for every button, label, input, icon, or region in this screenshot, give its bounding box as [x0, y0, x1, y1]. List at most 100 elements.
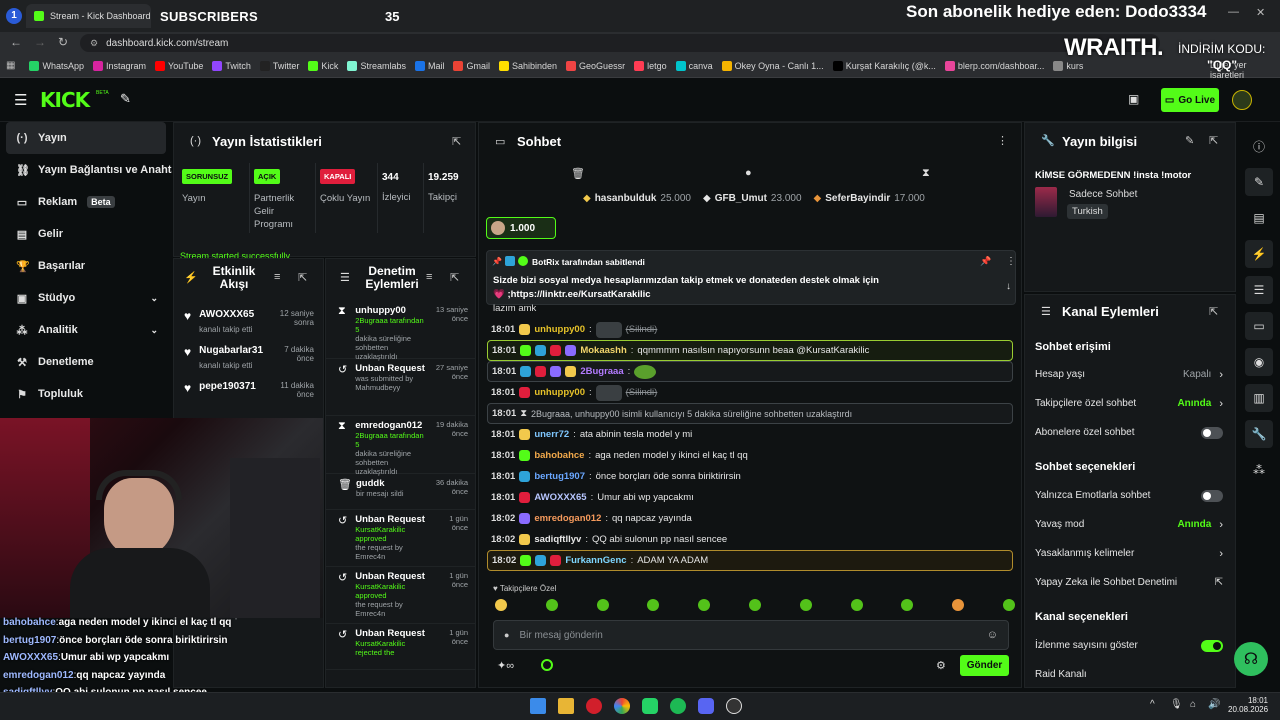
- setting-row[interactable]: Hesap yaşı Kapalı ›: [1025, 360, 1235, 389]
- chat-message[interactable]: 18:01 Mokaashh: qqmmmm nasılsın napıyorsun…: [487, 340, 1013, 361]
- setting-row[interactable]: Raid Kanalı: [1025, 660, 1235, 689]
- broadcast-icon[interactable]: ◉: [1245, 348, 1273, 376]
- setting-control[interactable]: Kapalı ›: [1183, 369, 1223, 381]
- bookmark-item[interactable]: Sahibinden: [499, 60, 557, 71]
- setting-row[interactable]: İzlenme sayısını göster: [1025, 631, 1235, 660]
- setting-row[interactable]: Yavaş mod Anında ›: [1025, 510, 1235, 539]
- popout-icon[interactable]: ⇱: [452, 135, 461, 148]
- overlay-screen-icon[interactable]: ▣: [1128, 92, 1139, 106]
- sidebar-item-yayın-bağlantısı-ve-anahtarı[interactable]: ⛓ Yayın Bağlantısı ve Anahtarı: [0, 154, 172, 186]
- bookmark-item[interactable]: Mail: [414, 60, 444, 71]
- chat-username[interactable]: 2Bugraaa: [580, 366, 623, 377]
- popout-icon[interactable]: ⇱: [298, 271, 307, 284]
- chat-dots-icon[interactable]: ●: [745, 167, 752, 179]
- toggle-switch[interactable]: [1201, 426, 1223, 439]
- obs-icon[interactable]: [726, 698, 742, 714]
- chat-message[interactable]: 18:01 AWOXXX65: Umur abi wp yapcakmı: [479, 487, 1021, 508]
- discord-icon[interactable]: [698, 698, 714, 714]
- activity-user[interactable]: AWOXXX65: [199, 309, 260, 320]
- emote-button-icon[interactable]: [698, 599, 711, 611]
- chat-message[interactable]: 18:02 sadiqftllyv: QQ abi sulonun pp nasıl…: [479, 529, 1021, 550]
- bookmark-item[interactable]: kurs: [1053, 60, 1083, 71]
- emote-button-icon[interactable]: [1002, 599, 1015, 611]
- menu-hamburger-icon[interactable]: ☰: [14, 91, 27, 109]
- sidebar-item-yayın[interactable]: (·) Yayın: [6, 122, 166, 154]
- send-button[interactable]: Gönder: [960, 655, 1009, 676]
- setting-control[interactable]: Anında ›: [1177, 519, 1223, 531]
- setting-control[interactable]: ›: [1219, 548, 1223, 560]
- popout-icon[interactable]: ⇱: [1209, 134, 1218, 147]
- popout-icon[interactable]: ⇱: [450, 271, 459, 284]
- windows-start-icon[interactable]: [530, 698, 546, 714]
- setting-control[interactable]: [1201, 489, 1223, 502]
- more-options-icon[interactable]: ⋮: [1006, 256, 1016, 267]
- chat-message[interactable]: 18:02 FurkannGenc: ADAM YA ADAM: [487, 550, 1013, 571]
- info-icon[interactable]: ⓘ: [1245, 132, 1273, 160]
- activity-user[interactable]: pepe190371: [199, 381, 260, 392]
- bookmark-item[interactable]: GeoGuessr: [566, 60, 625, 71]
- edit-icon[interactable]: ✎: [1245, 168, 1273, 196]
- setting-control[interactable]: Anında ›: [1177, 398, 1223, 410]
- list-icon[interactable]: ☰: [1245, 276, 1273, 304]
- chevron-down-icon[interactable]: ⌄: [150, 325, 158, 336]
- popout-icon[interactable]: ⇱: [1209, 305, 1218, 318]
- more-options-icon[interactable]: ⋮: [997, 134, 1008, 147]
- edit-pencil-icon[interactable]: ✎: [1185, 134, 1194, 147]
- whatsapp-icon[interactable]: [642, 698, 658, 714]
- chat-username[interactable]: unerr72: [534, 429, 569, 440]
- spotify-icon[interactable]: [670, 698, 686, 714]
- leaderboard-entry[interactable]: ◆ SeferBayindir 17.000: [814, 193, 925, 204]
- sidebar-item-denetleme[interactable]: ⚒ Denetleme: [0, 346, 172, 378]
- avatar[interactable]: [1232, 90, 1252, 110]
- stack-icon[interactable]: ▥: [1245, 384, 1273, 412]
- emote-button-icon[interactable]: [647, 599, 660, 611]
- url-field[interactable]: ⚙ dashboard.kick.com/stream: [80, 34, 1160, 52]
- chat-message[interactable]: 18:01 bahobahce: aga neden model y ikinci …: [479, 445, 1021, 466]
- chat-username[interactable]: Mokaashh: [580, 345, 626, 356]
- toggle-switch[interactable]: [1201, 489, 1223, 502]
- leaderboard-entry[interactable]: ◆ GFB_Umut 23.000: [703, 193, 802, 204]
- bot-icon[interactable]: [541, 659, 553, 671]
- expand-down-icon[interactable]: ↓: [1006, 281, 1011, 292]
- trash-icon[interactable]: 🗑: [571, 167, 585, 180]
- tray-chevron-icon[interactable]: ^: [1150, 699, 1155, 710]
- browser-tab[interactable]: Stream - Kick Dashboard: [26, 4, 151, 28]
- chat-message[interactable]: 18:01 2Bugraaa:: [487, 361, 1013, 382]
- chat-username[interactable]: FurkannGenc: [565, 555, 626, 566]
- sidebar-item-gelir[interactable]: ▤ Gelir: [0, 218, 172, 250]
- emote-button-icon[interactable]: [495, 599, 507, 611]
- mod-action-name[interactable]: Unban Request: [355, 628, 428, 639]
- reload-icon[interactable]: ↻: [58, 35, 68, 49]
- chat-message[interactable]: 18:01 bertug1907: önce borçları öde sonra …: [479, 466, 1021, 487]
- window-close-icon[interactable]: ✕: [1256, 6, 1265, 19]
- chrome-icon[interactable]: [614, 698, 630, 714]
- bookmark-item[interactable]: blerp.com/dashboar...: [944, 60, 1044, 71]
- profile-number-badge[interactable]: 1: [6, 8, 22, 24]
- bookmark-item[interactable]: Twitter: [259, 60, 299, 71]
- kicks-goal-chip[interactable]: 1.000: [486, 217, 556, 239]
- forward-arrow-icon[interactable]: →: [34, 35, 46, 49]
- chat-message[interactable]: 18:01 unhuppy00: (Silindi): [479, 382, 1021, 403]
- sidebar-item-analitik[interactable]: ⁂ Analitik ⌄: [0, 314, 172, 346]
- chat-username[interactable]: bahobahce: [534, 450, 584, 461]
- setting-control[interactable]: [1201, 426, 1223, 439]
- setting-row[interactable]: Takipçilere özel sohbet Anında ›: [1025, 389, 1235, 418]
- emote-button-icon[interactable]: [596, 599, 609, 611]
- chat-username[interactable]: emredogan012: [534, 513, 601, 524]
- emote-button-icon[interactable]: [748, 599, 761, 611]
- file-explorer-icon[interactable]: [558, 698, 574, 714]
- toggle-switch[interactable]: [1201, 639, 1223, 652]
- sidebar-item-topluluk[interactable]: ⚑ Topluluk: [0, 378, 172, 410]
- setting-row[interactable]: Abonelere özel sohbet: [1025, 418, 1235, 447]
- apps-grid-icon[interactable]: ▦: [6, 60, 15, 71]
- setting-control[interactable]: [1201, 639, 1223, 652]
- activity-user[interactable]: Nugabarlar31: [199, 345, 263, 356]
- chat-message[interactable]: 18:01 ⧗ 2Bugraaa, unhuppy00 isimli kullanı…: [487, 403, 1013, 424]
- chat-username[interactable]: unhuppy00: [534, 387, 585, 398]
- wrench-icon[interactable]: 🔧: [1245, 420, 1273, 448]
- volume-icon[interactable]: 🔊: [1208, 699, 1220, 710]
- setting-control[interactable]: ⇱: [1215, 577, 1223, 588]
- mod-action-name[interactable]: Unban Request: [355, 514, 428, 525]
- hourglass-icon[interactable]: ⧗: [922, 167, 930, 180]
- emote-button-icon[interactable]: [850, 599, 863, 611]
